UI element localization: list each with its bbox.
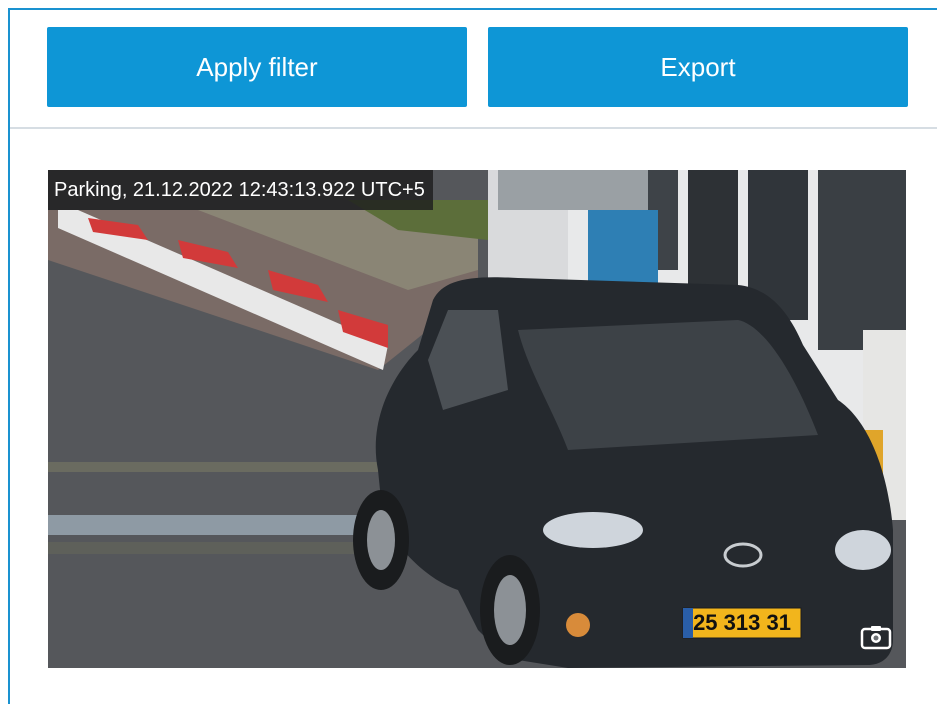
snapshot-scene: 25 313 31 — [48, 170, 906, 668]
plate-number: 25 313 31 — [693, 610, 791, 635]
export-button[interactable]: Export — [488, 27, 908, 107]
snapshot-caption: Parking, 21.12.2022 12:43:13.922 UTC+5 — [48, 170, 433, 210]
camera-icon[interactable] — [860, 624, 892, 650]
event-snapshot[interactable]: 25 313 31 Parking, 21.12.2022 12:43:13.9… — [48, 170, 906, 668]
toolbar-divider — [10, 127, 937, 129]
apply-filter-button[interactable]: Apply filter — [47, 27, 467, 107]
